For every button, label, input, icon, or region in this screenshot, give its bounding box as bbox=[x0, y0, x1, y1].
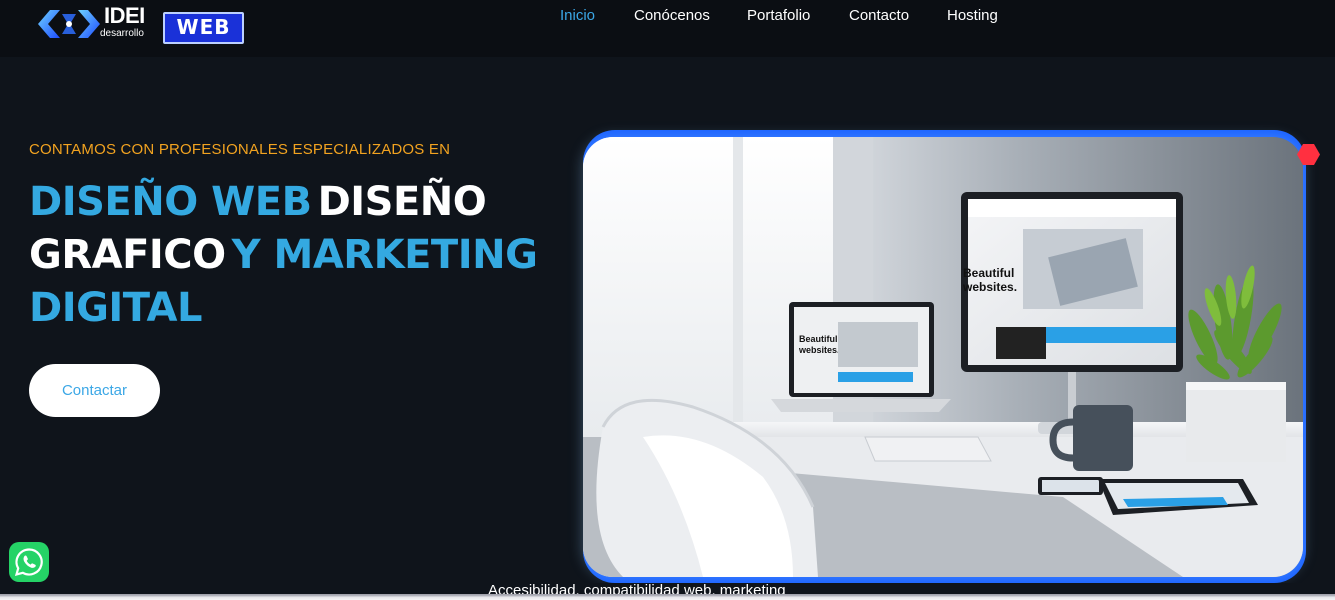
next-section-heading: Accesibilidad, compatibilidad web, marke… bbox=[488, 582, 786, 594]
navbar: IDEI desarrollo WEB Inicio Conócenos Por… bbox=[0, 0, 1335, 57]
hexagon-icon bbox=[1297, 144, 1320, 165]
nav-item-portafolio[interactable]: Portafolio bbox=[747, 7, 810, 25]
svg-text:websites.: websites. bbox=[798, 345, 840, 355]
svg-text:Beautiful: Beautiful bbox=[963, 266, 1014, 280]
headline-part-2: DISEÑO bbox=[317, 179, 487, 225]
svg-text:websites.: websites. bbox=[962, 280, 1017, 294]
nav-item-contacto[interactable]: Contacto bbox=[849, 7, 909, 25]
whatsapp-icon bbox=[14, 548, 43, 577]
headline-part-4: Y MARKETING bbox=[231, 232, 538, 278]
site-logo[interactable]: IDEI desarrollo WEB bbox=[36, 4, 244, 44]
logo-badge: WEB bbox=[163, 12, 244, 44]
logo-text-sub: desarrollo bbox=[100, 28, 144, 39]
idei-arrow-logo-icon bbox=[38, 10, 100, 38]
logo-text-main: IDEI bbox=[104, 3, 145, 28]
headline-part-3: GRAFICO bbox=[29, 232, 226, 278]
whatsapp-button[interactable] bbox=[9, 542, 49, 582]
nav-item-inicio[interactable]: Inicio bbox=[560, 7, 595, 25]
nav-item-hosting[interactable]: Hosting bbox=[947, 7, 998, 25]
hero-headline: DISEÑO WEB DISEÑO GRAFICO Y MARKETING DIGI… bbox=[29, 176, 569, 335]
svg-text:Beautiful: Beautiful bbox=[799, 334, 838, 344]
contact-button[interactable]: Contactar bbox=[29, 364, 160, 417]
headline-part-5: DIGITAL bbox=[29, 285, 202, 331]
page-bottom-band bbox=[0, 594, 1335, 600]
nav-item-conocenos[interactable]: Conócenos bbox=[634, 7, 710, 25]
hero-image: Beautiful websites. Beautiful websites. bbox=[583, 137, 1303, 577]
hero-eyebrow: CONTAMOS CON PROFESIONALES ESPECIALIZADO… bbox=[29, 141, 451, 158]
headline-part-1: DISEÑO WEB bbox=[29, 179, 312, 225]
